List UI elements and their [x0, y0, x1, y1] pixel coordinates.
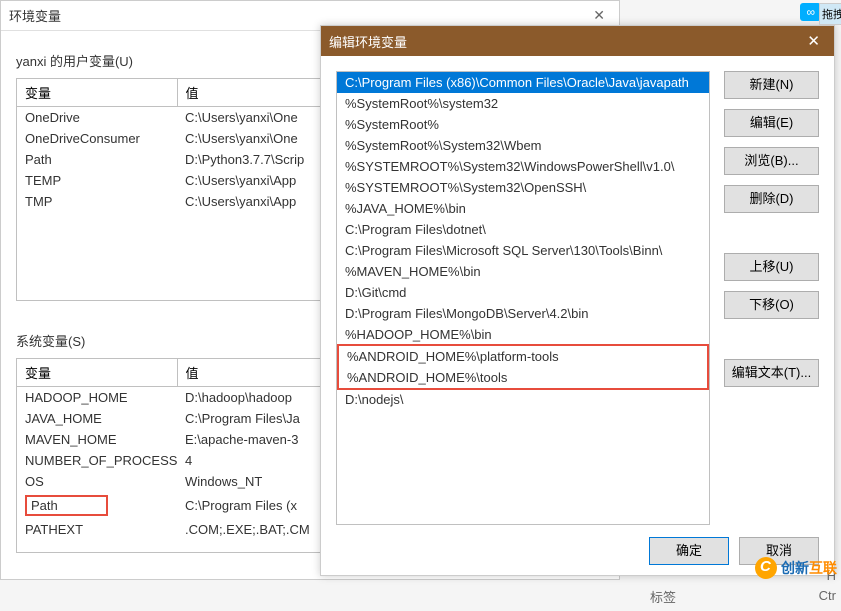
edit-env-var-dialog: 编辑环境变量 ✕ C:\Program Files (x86)\Common F… — [320, 25, 835, 576]
ok-button[interactable]: 确定 — [649, 537, 729, 565]
titlebar[interactable]: 编辑环境变量 ✕ — [321, 26, 834, 56]
dialog-title: 编辑环境变量 — [329, 32, 407, 51]
list-item[interactable]: %SystemRoot% — [337, 114, 709, 135]
list-item[interactable]: D:\Program Files\MongoDB\Server\4.2\bin — [337, 303, 709, 324]
watermark: 创新互联 — [755, 557, 837, 579]
watermark-icon — [755, 557, 777, 579]
list-item[interactable]: C:\Program Files\Microsoft SQL Server\13… — [337, 240, 709, 261]
list-item[interactable]: %SystemRoot%\System32\Wbem — [337, 135, 709, 156]
list-item[interactable]: C:\Program Files (x86)\Common Files\Orac… — [337, 72, 709, 93]
drag-button[interactable]: 拖拽 — [819, 3, 841, 25]
dialog-title: 环境变量 — [9, 6, 61, 25]
path-list[interactable]: C:\Program Files (x86)\Common Files\Orac… — [336, 71, 710, 525]
list-item[interactable]: %SYSTEMROOT%\System32\WindowsPowerShell\… — [337, 156, 709, 177]
list-item[interactable]: %HADOOP_HOME%\bin — [337, 324, 709, 345]
list-item[interactable]: %ANDROID_HOME%\platform-tools — [339, 346, 707, 367]
list-item[interactable]: C:\Program Files\dotnet\ — [337, 219, 709, 240]
list-item[interactable]: D:\Git\cmd — [337, 282, 709, 303]
bottom-label: 标签 — [650, 587, 676, 606]
list-item[interactable]: %SYSTEMROOT%\System32\OpenSSH\ — [337, 177, 709, 198]
col-name-header[interactable]: 变量 — [17, 79, 177, 107]
list-item[interactable]: %ANDROID_HOME%\tools — [339, 367, 707, 388]
list-item[interactable]: D:\nodejs\ — [337, 389, 709, 410]
close-icon[interactable]: ✕ — [587, 5, 611, 26]
move-up-button[interactable]: 上移(U) — [724, 253, 819, 281]
close-icon[interactable]: ✕ — [801, 30, 826, 52]
infinity-badge[interactable]: ∞ — [800, 3, 821, 21]
list-item[interactable]: %SystemRoot%\system32 — [337, 93, 709, 114]
edit-button[interactable]: 编辑(E) — [724, 109, 819, 137]
browse-button[interactable]: 浏览(B)... — [724, 147, 819, 175]
delete-button[interactable]: 删除(D) — [724, 185, 819, 213]
col-name-header[interactable]: 变量 — [17, 359, 177, 387]
list-item[interactable]: %JAVA_HOME%\bin — [337, 198, 709, 219]
edit-text-button[interactable]: 编辑文本(T)... — [724, 359, 819, 387]
new-button[interactable]: 新建(N) — [724, 71, 819, 99]
move-down-button[interactable]: 下移(O) — [724, 291, 819, 319]
list-item[interactable]: %MAVEN_HOME%\bin — [337, 261, 709, 282]
